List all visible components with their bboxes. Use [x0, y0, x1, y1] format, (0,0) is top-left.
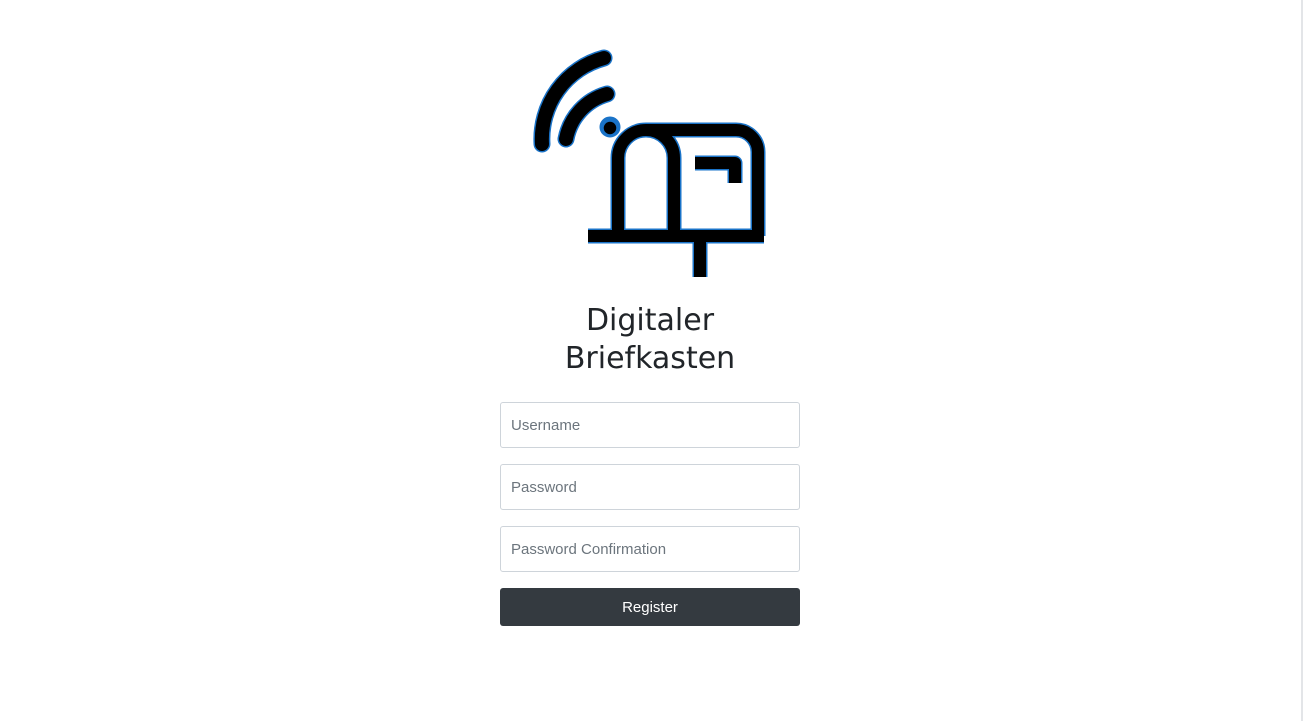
mailbox-wifi-icon [530, 48, 770, 280]
password-input[interactable] [500, 464, 800, 510]
username-input[interactable] [500, 402, 800, 448]
app-title: Digitaler Briefkasten [500, 302, 800, 378]
app-title-line-1: Digitaler [585, 303, 715, 338]
password-confirmation-input[interactable] [500, 526, 800, 572]
register-button[interactable]: Register [500, 588, 800, 626]
app-title-line-2: Briefkasten [564, 341, 736, 376]
